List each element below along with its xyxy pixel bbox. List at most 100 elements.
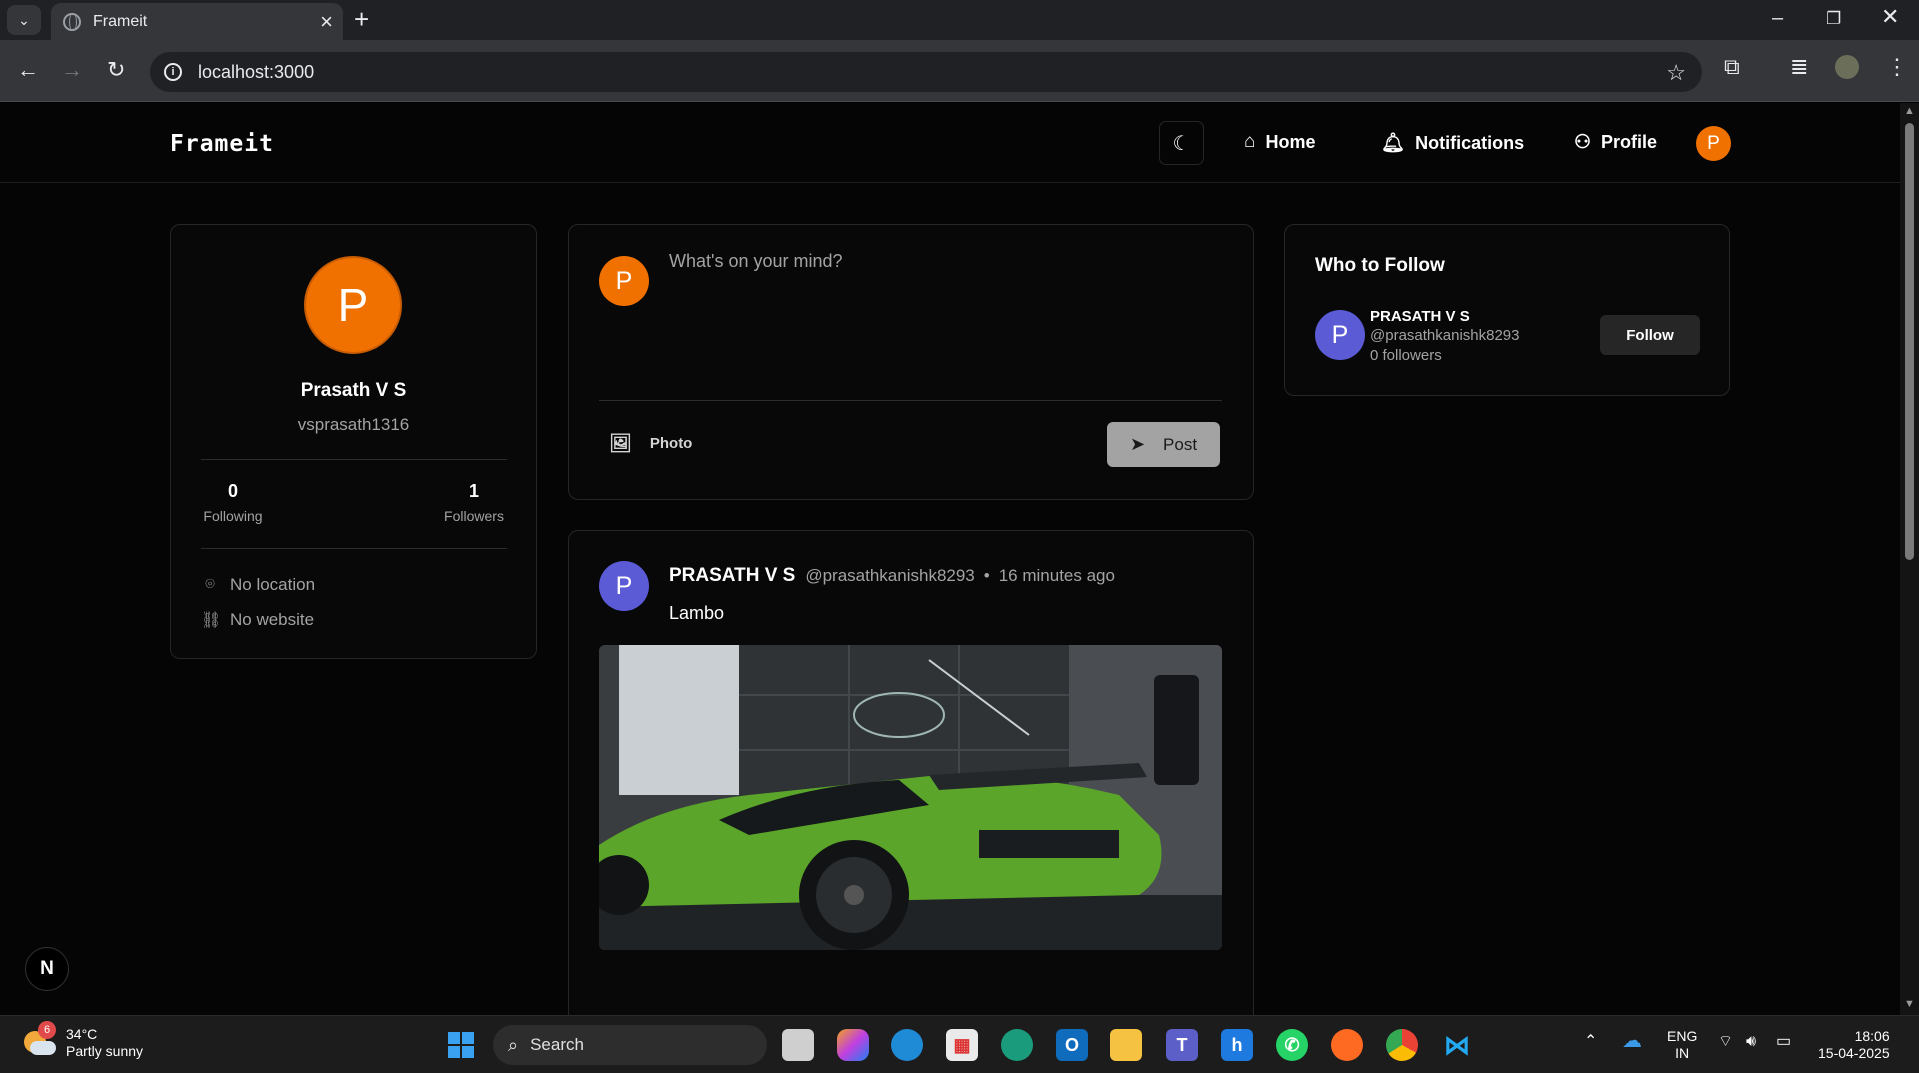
onedrive-icon[interactable]: ☁ <box>1622 1031 1642 1051</box>
more-menu-icon[interactable]: ⋮ <box>1886 56 1908 78</box>
scroll-down-icon[interactable]: ▼ <box>1904 998 1915 1010</box>
restore-icon[interactable]: ❐ <box>1826 10 1841 27</box>
profile-website: ⛓︎ No website <box>201 610 314 630</box>
link-icon: ⛓︎ <box>201 612 222 629</box>
profile-card: P Prasath V S vsprasath1316 0 Following … <box>170 224 537 659</box>
who-to-follow-title: Who to Follow <box>1315 255 1445 276</box>
system-clock[interactable]: 18:06 15-04-2025 <box>1818 1028 1890 1062</box>
weather-widget[interactable]: 6 34°C Partly sunny <box>22 1021 143 1060</box>
battery-icon[interactable]: ▭ <box>1776 1034 1791 1050</box>
chevron-down-icon: ⌄ <box>18 11 30 28</box>
bookmark-star-icon[interactable]: ☆ <box>1666 60 1686 86</box>
forward-icon[interactable]: → <box>61 59 83 81</box>
who-to-follow-card: Who to Follow P PRASATH V S @prasathkani… <box>1284 224 1730 396</box>
followers-stat[interactable]: 1 Followers <box>441 481 507 524</box>
copilot-icon[interactable] <box>837 1029 869 1061</box>
file-explorer-icon[interactable] <box>1110 1029 1142 1061</box>
extensions-icon[interactable]: ⧉ <box>1724 56 1740 78</box>
browser-toolbar: ← → ↻ i localhost:3000 ☆ ⧉ ≣ ⋮ <box>0 40 1919 102</box>
header-avatar[interactable]: P <box>1696 126 1731 161</box>
tab-search-button[interactable]: ⌄ <box>7 5 41 35</box>
clock-date: 15-04-2025 <box>1818 1045 1890 1061</box>
send-icon: ➤ <box>1129 434 1146 454</box>
edge-icon[interactable] <box>891 1029 923 1061</box>
close-window-icon[interactable]: ✕ <box>1881 6 1899 28</box>
app-page: Frameit ☾ ⌂ Home 🔔︎ Notifications ⚇ Prof… <box>0 103 1900 1015</box>
profile-avatar[interactable]: P <box>304 256 402 354</box>
teams-icon[interactable]: T <box>1166 1029 1198 1061</box>
edge-dev-icon[interactable] <box>1001 1029 1033 1061</box>
nav-profile-label: Profile <box>1601 132 1658 152</box>
input-language[interactable]: ENG IN <box>1667 1028 1697 1062</box>
wifi-icon[interactable]: ⌔ <box>1718 1034 1733 1050</box>
scrollbar-thumb[interactable] <box>1905 123 1914 560</box>
suggested-user-avatar[interactable]: P <box>1315 310 1365 360</box>
windows-start-icon[interactable] <box>445 1029 477 1061</box>
suggested-user-followers: 0 followers <box>1370 347 1442 364</box>
nav-notifications[interactable]: 🔔︎ Notifications <box>1381 131 1524 155</box>
temperature: 34°C <box>66 1026 98 1042</box>
map-pin-icon: ⌾ <box>205 576 215 593</box>
photo-button[interactable]: 🖼︎ Photo <box>609 433 692 454</box>
followers-label: Followers <box>444 508 504 524</box>
following-label: Following <box>203 508 263 524</box>
separator-dot: • <box>983 566 990 585</box>
post-button[interactable]: ➤ Post <box>1107 422 1220 467</box>
profile-name[interactable]: Prasath V S <box>171 380 536 402</box>
weather-icon: 6 <box>22 1021 56 1059</box>
brand-logo[interactable]: Frameit <box>170 131 274 157</box>
following-stat[interactable]: 0 Following <box>201 481 265 524</box>
post-author-name[interactable]: PRASATH V S <box>669 565 795 587</box>
post-header: PRASATH V S @prasathkanishk8293 • 16 min… <box>669 565 1115 587</box>
back-icon[interactable]: ← <box>17 59 39 81</box>
outlook-icon[interactable]: O <box>1056 1029 1088 1061</box>
vscode-icon[interactable]: ⋈ <box>1441 1029 1473 1061</box>
post-textarea[interactable] <box>669 251 1209 361</box>
whatsapp-icon[interactable]: ✆ <box>1276 1029 1308 1061</box>
moon-icon: ☾ <box>1172 132 1191 155</box>
h-app-icon[interactable]: h <box>1221 1029 1253 1061</box>
post-author-handle: @prasathkanishk8293 <box>805 566 975 585</box>
nav-home-label: Home <box>1265 131 1316 152</box>
follow-button[interactable]: Follow <box>1600 315 1700 355</box>
app-header: Frameit ☾ ⌂ Home 🔔︎ Notifications ⚇ Prof… <box>0 103 1900 183</box>
nextjs-dev-indicator[interactable]: N <box>25 947 69 991</box>
show-hidden-icons[interactable]: ⌃ <box>1584 1034 1597 1050</box>
close-tab-icon[interactable]: × <box>320 10 333 33</box>
taskbar-search[interactable]: ⌕ Search <box>493 1025 767 1065</box>
post-author-avatar[interactable]: P <box>599 561 649 611</box>
nav-home[interactable]: ⌂ Home <box>1244 131 1316 153</box>
volume-icon[interactable]: 🔊︎ <box>1746 1034 1756 1050</box>
new-tab-button[interactable]: + <box>354 6 369 32</box>
user-icon: ⚇ <box>1574 132 1592 153</box>
task-view-icon[interactable] <box>782 1029 814 1061</box>
theme-toggle-button[interactable]: ☾ <box>1159 121 1204 165</box>
lang-line2: IN <box>1675 1045 1690 1061</box>
post-composer: P 🖼︎ Photo ➤ Post <box>568 224 1254 500</box>
photo-label: Photo <box>649 435 693 452</box>
car-photo <box>599 645 1222 950</box>
site-info-icon[interactable]: i <box>164 63 182 81</box>
browser-profile-avatar[interactable] <box>1835 55 1859 79</box>
address-bar[interactable]: i localhost:3000 ☆ <box>150 52 1702 92</box>
following-count: 0 <box>227 481 238 501</box>
chrome-icon[interactable] <box>1386 1029 1418 1061</box>
globe-icon <box>63 12 81 31</box>
post-text: Lambo <box>669 603 725 623</box>
scroll-up-icon[interactable]: ▲ <box>1904 105 1915 117</box>
browser-tab[interactable]: Frameit × <box>51 3 343 40</box>
firefox-icon[interactable] <box>1331 1029 1363 1061</box>
suggested-user-name[interactable]: PRASATH V S <box>1370 308 1470 325</box>
website-text: No website <box>230 610 315 629</box>
store-icon[interactable]: ▦ <box>946 1029 978 1061</box>
reading-list-icon[interactable]: ≣ <box>1790 56 1808 78</box>
search-icon: ⌕ <box>508 1034 519 1055</box>
reload-icon[interactable]: ↻ <box>107 59 125 81</box>
nav-profile[interactable]: ⚇ Profile <box>1574 131 1657 154</box>
location-text: No location <box>230 575 316 594</box>
minimize-icon[interactable]: – <box>1772 8 1783 28</box>
post-image[interactable] <box>599 645 1222 950</box>
divider <box>201 459 507 460</box>
page-scrollbar[interactable]: ▲ ▼ <box>1900 103 1919 1015</box>
lang-line1: ENG <box>1667 1028 1698 1044</box>
